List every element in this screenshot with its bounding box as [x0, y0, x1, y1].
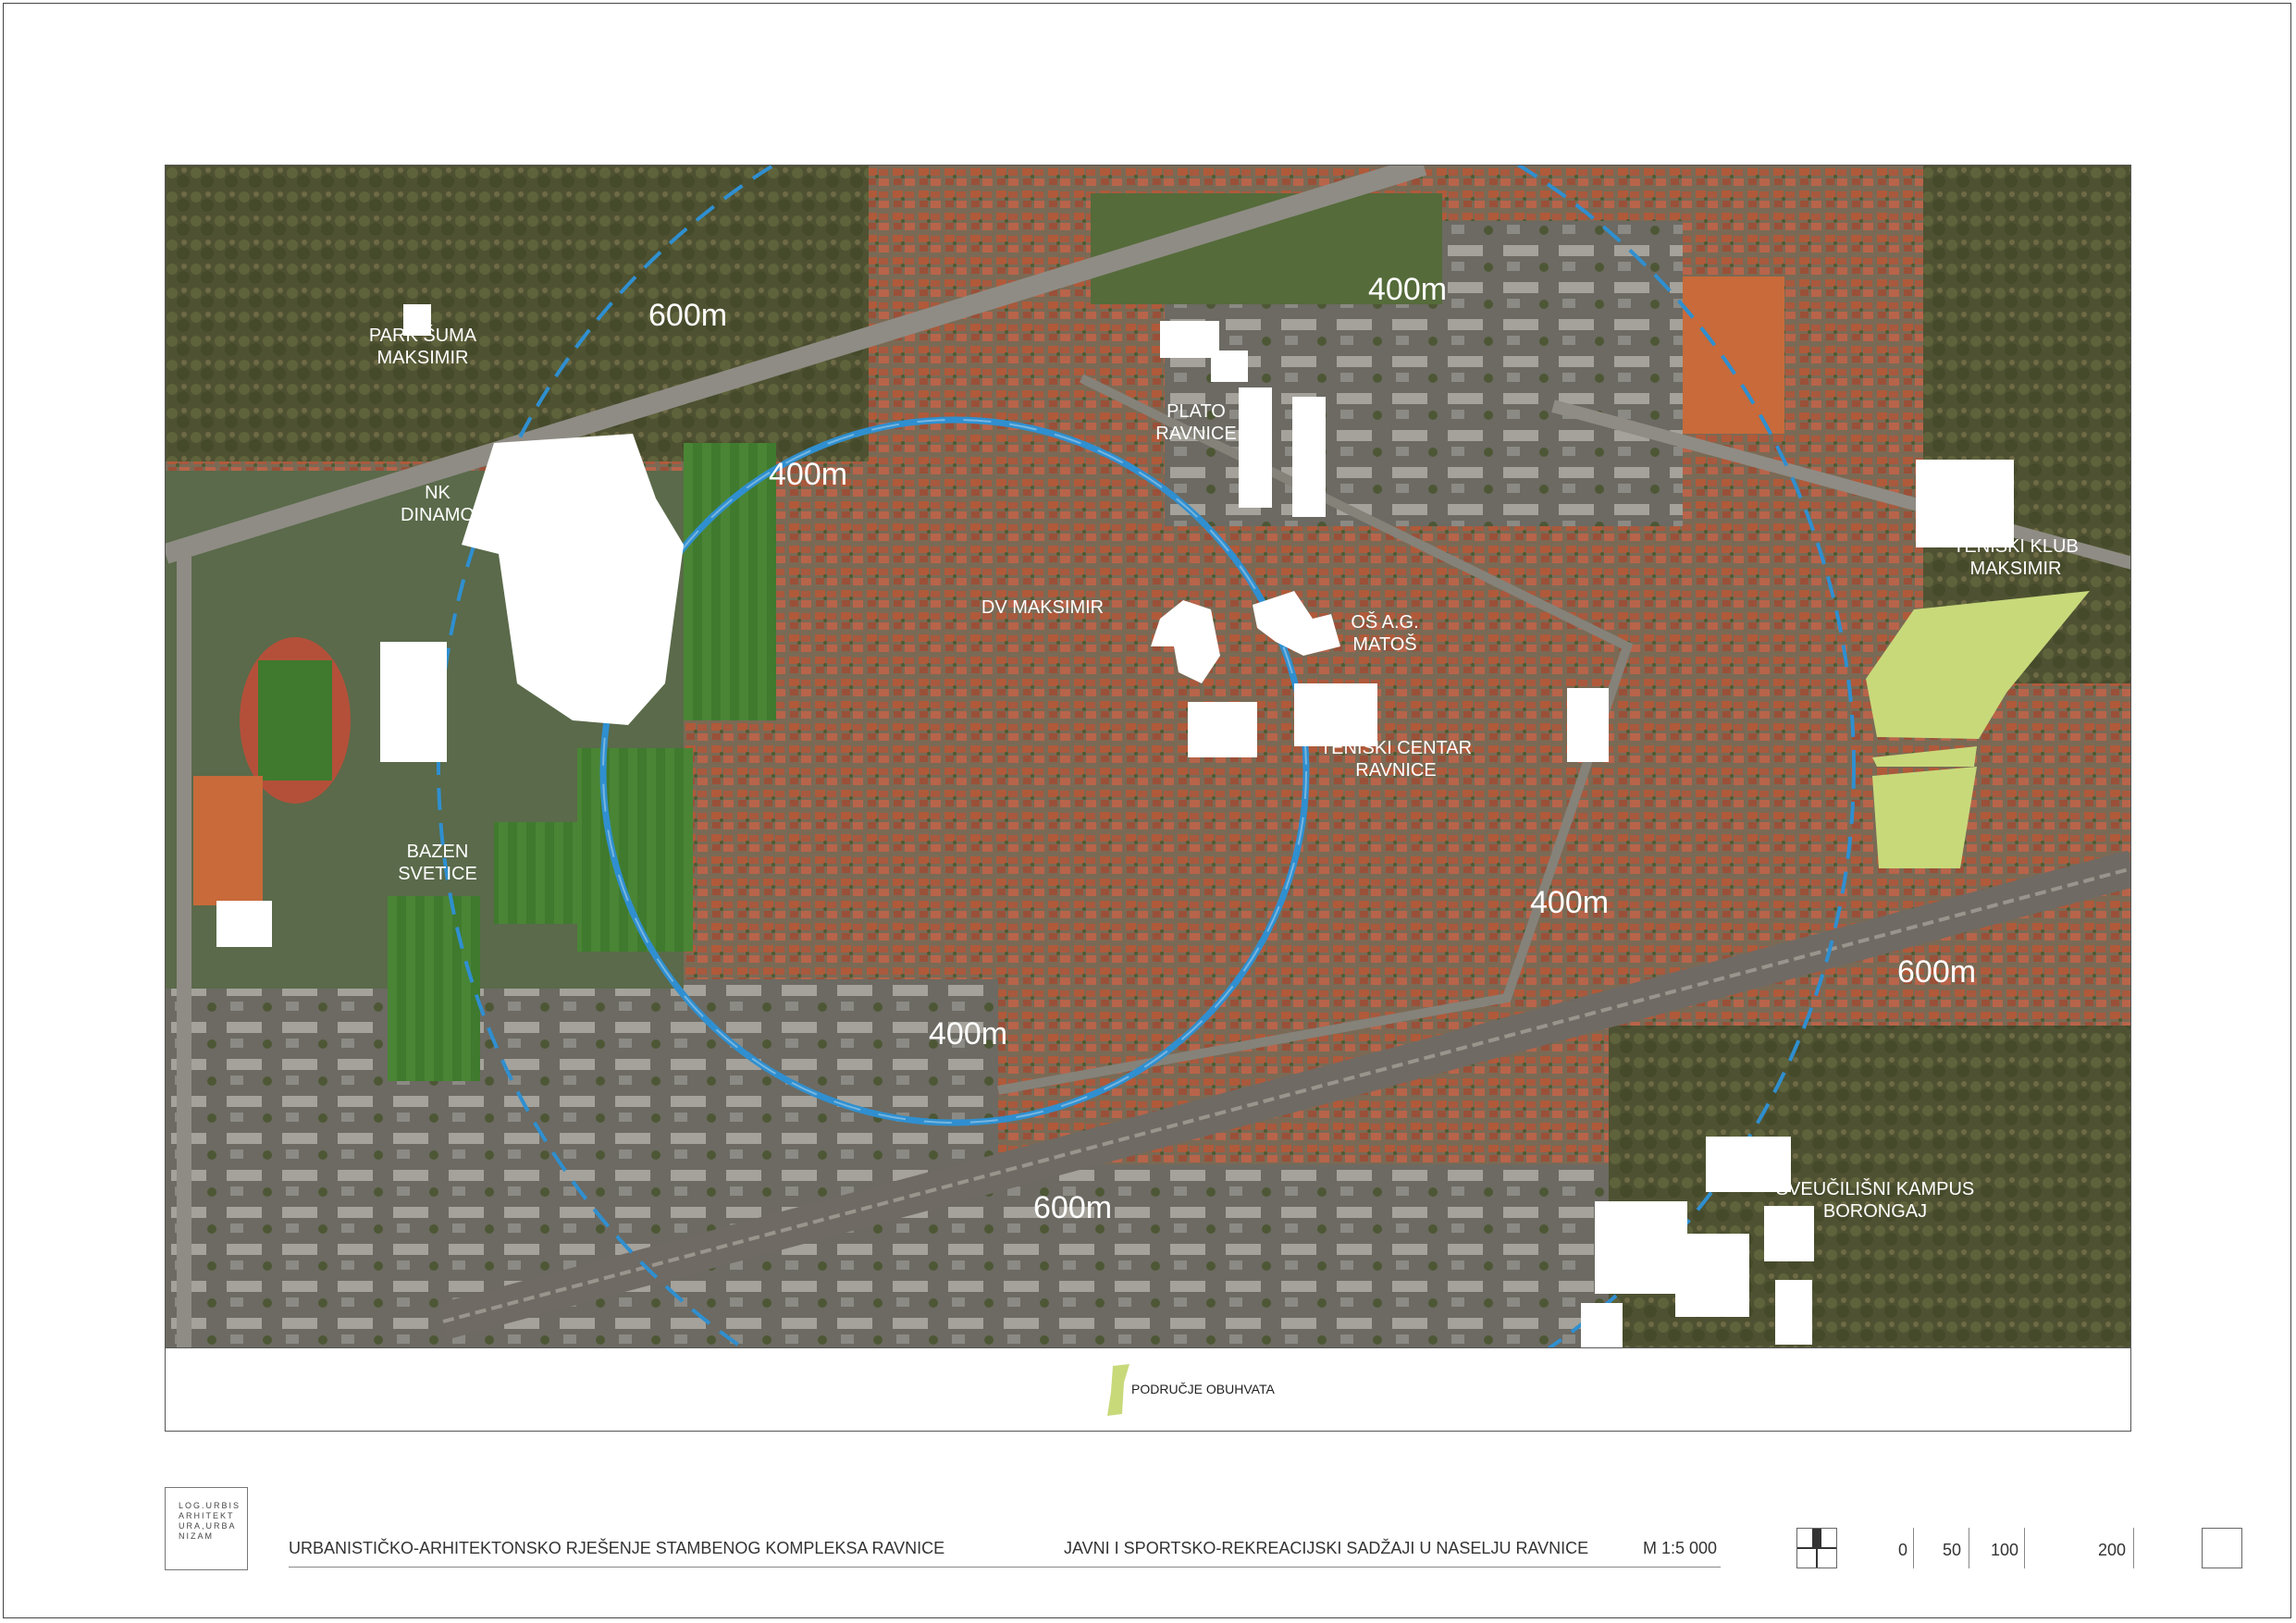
label-nk-line1: NK	[425, 483, 451, 503]
scale-value-0: 0	[1898, 1541, 1908, 1559]
label-os-line2: MATOŠ	[1352, 633, 1416, 655]
logo-line-1: LOG.URBIS	[179, 1501, 241, 1510]
ring-label-600m-bottom: 600m	[1033, 1190, 1112, 1225]
tennis-courts-east	[1683, 277, 1784, 434]
sheet-title: JAVNI I SPORTSKO-REKREACIJSKI SADŽAJI U …	[1064, 1539, 1589, 1557]
label-park-line2: MAKSIMIR	[377, 348, 469, 368]
scale-tick-0	[1913, 1528, 1914, 1568]
legend-swatch	[1107, 1364, 1129, 1416]
kampus-building-5	[1775, 1280, 1812, 1345]
scale-value-50: 50	[1943, 1541, 1962, 1559]
label-kampus-line2: BORONGAJ	[1823, 1201, 1927, 1222]
scale-tick-100	[2024, 1528, 2025, 1568]
plato-block-1	[1160, 321, 1219, 358]
teniski-klub-hall	[1916, 460, 2014, 547]
warehouse-east	[1567, 688, 1609, 762]
plato-block-4	[1211, 350, 1248, 382]
ring-label-400m-bottom: 400m	[929, 1016, 1007, 1051]
ring-label-600m-top-left: 600m	[648, 298, 727, 333]
ring-label-400m-left: 400m	[769, 457, 847, 492]
football-pitch-4	[388, 896, 480, 1081]
firm-logo: LOG.URBIS ARHITEKT URA,URBA NIZAM	[165, 1487, 248, 1570]
teniski-centar-hall-2	[1294, 683, 1377, 746]
scale-value-200: 200	[2098, 1541, 2127, 1559]
ring-label-400m-top: 400m	[1368, 272, 1447, 307]
logo-line-2: ARHITEKT	[179, 1511, 235, 1520]
bazen-svetice-building	[380, 642, 447, 762]
forest-north	[166, 166, 869, 461]
scale-tick-200	[2133, 1528, 2134, 1568]
pool-hall-south	[216, 901, 272, 947]
football-pitch-3	[494, 822, 577, 924]
scope-area-3	[1872, 767, 1977, 868]
scale-value-100: 100	[1991, 1541, 2019, 1559]
label-os-line1: OŠ A.G.	[1351, 611, 1418, 633]
plato-block-3	[1292, 397, 1326, 517]
project-title: URBANISTIČKO-ARHITEKTONSKO RJEŠENJE STAM…	[289, 1539, 945, 1557]
label-bazen-line1: BAZEN	[407, 842, 469, 862]
label-bazen-line2: SVETICE	[398, 864, 477, 884]
kampus-building-4	[1764, 1206, 1814, 1261]
aerial-map: 400m 400m 400m 400m 600m 600m 600m PARK …	[165, 165, 2131, 1348]
label-teniski-klub-line2: MAKSIMIR	[1970, 559, 2062, 579]
kampus-building-6	[1581, 1303, 1623, 1347]
football-pitch-1	[684, 443, 776, 720]
ring-label-400m-right: 400m	[1530, 885, 1609, 920]
kampus-building-3	[1675, 1234, 1749, 1317]
label-park-line1: PARK ŠUMA	[369, 325, 477, 346]
footer-rule	[289, 1567, 1721, 1568]
logo-line-3: URA,URBA	[179, 1521, 237, 1531]
label-nk-line2: DINAMO	[401, 505, 475, 525]
teniski-centar-hall-1	[1188, 702, 1257, 757]
kampus-building-2	[1595, 1201, 1687, 1294]
label-teniski-klub-line1: TENISKI KLUB	[1953, 536, 2079, 557]
north-arrow-icon	[1796, 1528, 1837, 1568]
plato-block-2	[1239, 387, 1272, 508]
label-dv-maksimir: DV MAKSIMIR	[981, 597, 1104, 618]
label-plato-line2: RAVNICE	[1155, 424, 1236, 444]
label-plato-line1: PLATO	[1167, 401, 1226, 422]
tennis-courts-west	[193, 776, 263, 905]
sheet-number-box	[2202, 1528, 2242, 1568]
label-kampus-line1: SVEUČILIŠNI KAMPUS	[1776, 1178, 1975, 1199]
logo-line-4: NIZAM	[179, 1531, 214, 1541]
label-teniski-centar-line2: RAVNICE	[1355, 760, 1436, 781]
legend-label: PODRUČJE OBUHVATA	[1131, 1382, 1275, 1396]
ring-label-600m-right: 600m	[1897, 954, 1976, 990]
athletics-field	[258, 660, 332, 781]
scale-label: M 1:5 000	[1643, 1539, 1718, 1557]
label-teniski-centar-line1: TENISKI CENTAR	[1320, 738, 1472, 758]
